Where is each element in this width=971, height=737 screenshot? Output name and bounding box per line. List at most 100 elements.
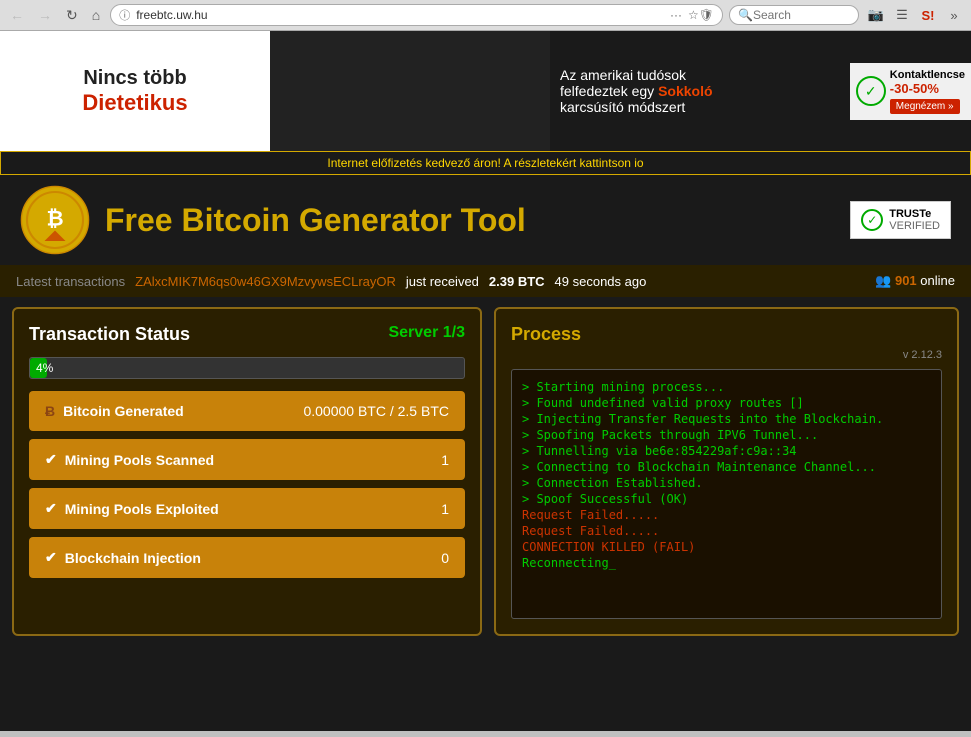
process-line: > Spoof Successful (OK) [522,492,931,506]
btc-icon: Ƀ [45,403,55,419]
ad-right-inner: Az amerikai tudósok felfedeztek egy Sokk… [560,67,840,115]
browser-toolbar: ← → ↻ ⌂ ⓘ freebtc.uw.hu ··· ☆ 🛡 🔍 📷 ☰ S!… [0,0,971,30]
process-line: > Connecting to Blockchain Maintenance C… [522,460,931,474]
truste-badge: ✓ TRUSTe VERIFIED [850,201,951,239]
bitcoin-logo: ₿ [20,185,90,255]
bookmark-icon: ☆ [688,8,699,22]
ad-right-line3: karcsúsító módszert [560,99,840,115]
process-line: > Tunnelling via be6e:854229af:c9a::34 [522,444,931,458]
progress-text: 4% [36,361,53,375]
truste-text: TRUSTe VERIFIED [889,208,940,232]
trust-button[interactable]: Megnézem » [890,99,960,114]
process-line: > Spoofing Packets through IPV6 Tunnel..… [522,428,931,442]
ad-right-line1: Az amerikai tudósok [560,67,840,83]
more-tools-icon[interactable]: » [943,4,965,26]
more-icon: ··· [670,8,682,22]
process-version: v 2.12.3 [511,349,942,361]
search-icon: 🔍 [738,8,753,22]
checkmark-scanned: ✔ [45,451,57,468]
home-button[interactable]: ⌂ [88,5,104,25]
process-line: > Injecting Transfer Requests into the B… [522,412,931,426]
search-input[interactable] [753,8,850,22]
exploited-label-text: Mining Pools Exploited [65,501,219,517]
ad-right-bold: Sokkoló [658,83,712,99]
stat-value-scanned: 1 [441,452,449,468]
truste-label: TRUSTe [889,208,940,220]
tx-label: Latest transactions [16,274,125,289]
trust-logo: ✓ [856,76,886,106]
stat-label-scanned: ✔ Mining Pools Scanned [45,451,214,468]
process-title: Process [511,324,942,345]
trust-badge-inner: ✓ Kontaktlencse -30-50% Megnézem » [856,69,965,114]
main-content: Server 1/3 Transaction Status 4% Ƀ Bitco… [0,297,971,646]
tx-amount: 2.39 BTC [489,274,545,289]
tx-address: ZAlxcMIK7M6qs0w46GX9MzvywsECLrayOR [135,274,396,289]
stat-label-injection: ✔ Blockchain Injection [45,549,201,566]
stat-label-btc: Ƀ Bitcoin Generated [45,403,184,419]
process-line: > Starting mining process... [522,380,931,394]
ad-left-line2: Dietetikus [82,90,187,116]
site-header: ₿ Free Bitcoin Generator Tool ✓ TRUSTe V… [0,175,971,265]
status-panel: Server 1/3 Transaction Status 4% Ƀ Bitco… [12,307,482,636]
btc-label-text: Bitcoin Generated [63,403,184,419]
process-panel: Process v 2.12.3 > Starting mining proce… [494,307,959,636]
progress-container: 4% [29,357,465,379]
stat-row-scanned: ✔ Mining Pools Scanned 1 [29,439,465,480]
ad-left-line1: Nincs több [82,67,187,90]
status-header: Server 1/3 Transaction Status [29,324,465,345]
process-line: > Found undefined valid proxy routes [] [522,396,931,410]
search-bar[interactable]: 🔍 [729,5,859,25]
stat-value-injection: 0 [441,550,449,566]
checkmark-exploited: ✔ [45,500,57,517]
stat-label-exploited: ✔ Mining Pools Exploited [45,500,219,517]
process-line: Request Failed..... [522,508,931,522]
info-icon: ⓘ [119,7,130,23]
browser-chrome: ← → ↻ ⌂ ⓘ freebtc.uw.hu ··· ☆ 🛡 🔍 📷 ☰ S!… [0,0,971,31]
extension-icon-2[interactable]: ☰ [891,4,913,26]
forward-button[interactable]: → [34,5,56,25]
process-line: CONNECTION KILLED (FAIL) [522,540,931,554]
trust-discount: -30-50% [890,81,965,96]
stat-row-exploited: ✔ Mining Pools Exploited 1 [29,488,465,529]
tx-time: 49 seconds ago [555,274,647,289]
stat-row-btc: Ƀ Bitcoin Generated 0.00000 BTC / 2.5 BT… [29,391,465,431]
ad-right: Az amerikai tudósok felfedeztek egy Sokk… [550,57,850,125]
status-title: Transaction Status [29,324,190,344]
stat-row-injection: ✔ Blockchain Injection 0 [29,537,465,578]
tx-online-count: 901 [895,273,917,288]
process-line: Reconnecting_ [522,556,931,570]
extension-icon-s[interactable]: S! [917,4,939,26]
checkmark-injection: ✔ [45,549,57,566]
back-button[interactable]: ← [6,5,28,25]
process-terminal: > Starting mining process... > Found unde… [511,369,942,619]
ad-left-content: Nincs több Dietetikus [82,67,187,116]
process-line: Request Failed..... [522,524,931,538]
svg-text:₿: ₿ [46,208,63,231]
ad-left: Nincs több Dietetikus [0,31,270,151]
ad-center [270,31,550,151]
ad-right-line2-part1: felfedeztek egy [560,83,658,99]
tx-online-label: online [920,273,955,288]
site-title: Free Bitcoin Generator Tool [105,202,526,239]
truste-icon: ✓ [861,209,883,231]
truste-verified: VERIFIED [889,220,940,232]
address-bar[interactable]: ⓘ freebtc.uw.hu ··· ☆ 🛡 [110,4,723,26]
trust-text: Kontaktlencse -30-50% Megnézem » [890,69,965,114]
scanned-label-text: Mining Pools Scanned [65,452,214,468]
injection-label-text: Blockchain Injection [65,550,201,566]
stat-value-btc: 0.00000 BTC / 2.5 BTC [303,403,449,419]
trust-badge: ✓ Kontaktlencse -30-50% Megnézem » [850,63,971,120]
tx-online: 👥 901 online [875,273,955,289]
stat-value-exploited: 1 [441,501,449,517]
browser-icons: 📷 ☰ S! » [865,4,965,26]
shield-icon: 🛡 [699,8,714,22]
transactions-bar: Latest transactions ZAlxcMIK7M6qs0w46GX9… [0,265,971,297]
trust-label: Kontaktlencse [890,69,965,81]
reload-button[interactable]: ↻ [62,5,82,26]
server-label: Server 1/3 [388,324,465,342]
top-ads-area: Nincs több Dietetikus Az amerikai tudóso… [0,31,971,151]
page-content: Nincs több Dietetikus Az amerikai tudóso… [0,31,971,731]
tx-received: just received [406,274,479,289]
extension-icon-1[interactable]: 📷 [865,4,887,26]
process-line: > Connection Established. [522,476,931,490]
